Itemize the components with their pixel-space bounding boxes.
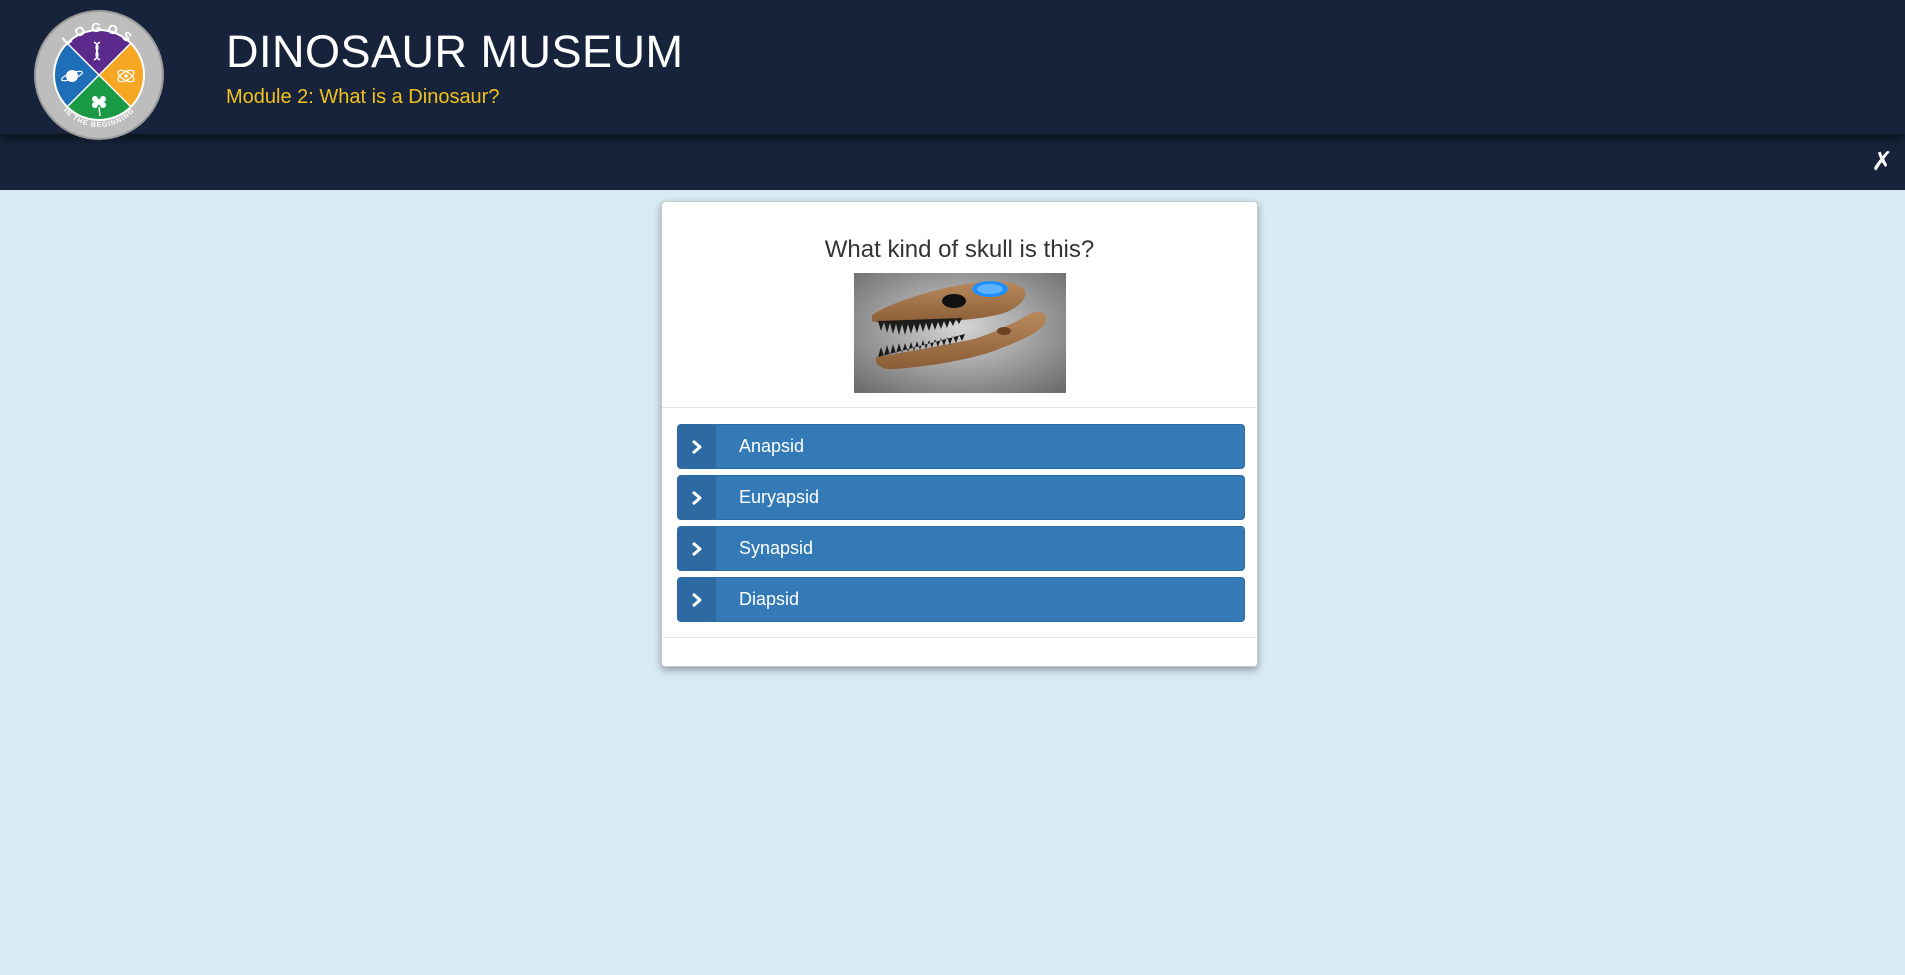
answer-button-anapsid[interactable]: Anapsid xyxy=(677,424,1245,469)
quiz-card: What kind of skull is this? Anapsid Eury… xyxy=(661,201,1258,667)
answer-label: Euryapsid xyxy=(739,487,820,507)
answer-label: Anapsid xyxy=(739,436,805,456)
close-button[interactable]: ✗ xyxy=(1871,146,1893,176)
answer-label: Synapsid xyxy=(739,538,814,558)
module-subtitle: Module 2: What is a Dinosaur? xyxy=(226,86,500,108)
answer-list: Anapsid Euryapsid Synapsid Diapsid xyxy=(677,424,1245,628)
chevron-right-icon xyxy=(692,542,702,556)
logos-emblem-icon[interactable]: LOGOS IN THE BEGINNING xyxy=(34,10,164,140)
answer-icon-box xyxy=(678,476,716,519)
answer-button-diapsid[interactable]: Diapsid xyxy=(677,577,1245,622)
site-title: DINOSAUR MUSEUM xyxy=(226,26,684,77)
chevron-right-icon xyxy=(692,440,702,454)
quiz-question: What kind of skull is this? xyxy=(824,236,1095,263)
answer-icon-box xyxy=(678,527,716,570)
answer-label: Diapsid xyxy=(739,589,800,609)
answer-icon-box xyxy=(678,425,716,468)
site-header: LOGOS IN THE BEGINNING DINOSAUR MUSEUM M… xyxy=(0,0,1905,190)
answer-icon-box xyxy=(678,578,716,621)
card-divider-bottom xyxy=(662,637,1257,638)
answer-button-synapsid[interactable]: Synapsid xyxy=(677,526,1245,571)
header-nav-bar xyxy=(0,134,1905,190)
dinosaur-skull-image xyxy=(854,273,1066,393)
chevron-right-icon xyxy=(692,491,702,505)
answer-button-euryapsid[interactable]: Euryapsid xyxy=(677,475,1245,520)
chevron-right-icon xyxy=(692,593,702,607)
card-divider-top xyxy=(662,407,1257,408)
